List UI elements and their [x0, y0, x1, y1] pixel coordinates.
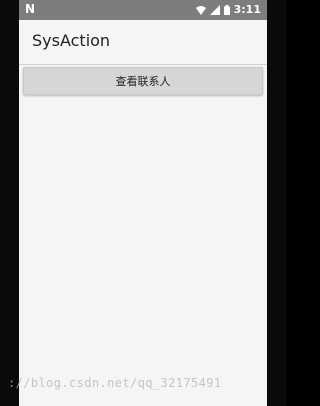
status-bar: N 3:11 — [19, 0, 267, 20]
app-bar: SysAction — [19, 20, 267, 65]
device-frame: N 3:11 SysAction 查看联系人 ://blog.csdn.net/… — [0, 0, 286, 406]
notification-n-icon: N — [25, 2, 36, 16]
status-time: 3:11 — [233, 3, 261, 16]
view-contacts-button[interactable]: 查看联系人 — [23, 67, 263, 95]
signal-icon — [209, 4, 220, 15]
app-screen: N 3:11 SysAction 查看联系人 — [19, 0, 267, 406]
watermark: ://blog.csdn.net/qq_32175491 — [8, 376, 222, 390]
status-icons: 3:11 — [195, 3, 261, 16]
wifi-icon — [195, 5, 206, 15]
battery-icon — [223, 4, 230, 15]
app-title: SysAction — [32, 31, 111, 50]
